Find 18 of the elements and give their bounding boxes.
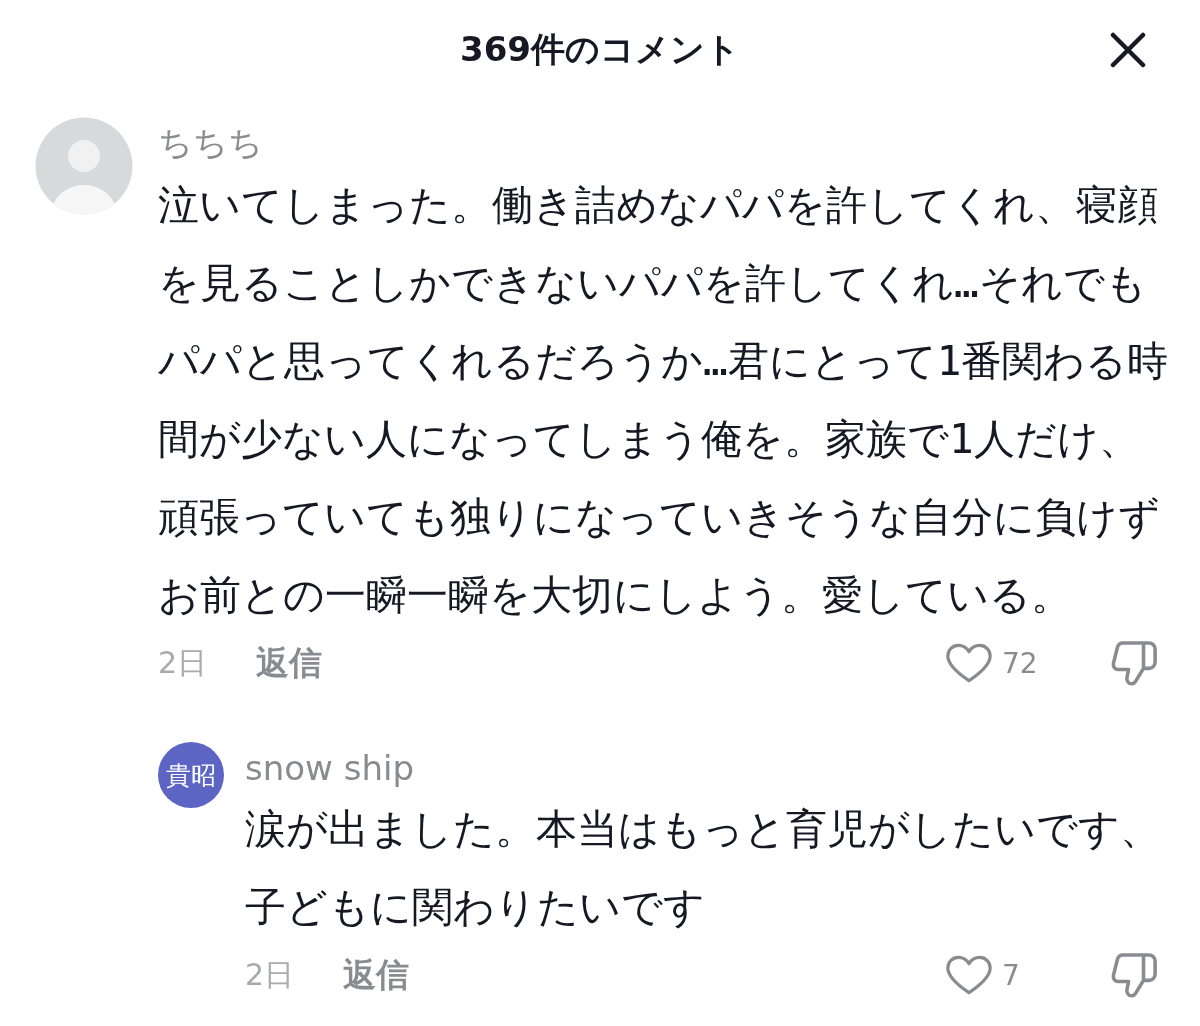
username[interactable]: ちちち: [158, 122, 263, 162]
timestamp: 2日: [245, 955, 295, 994]
close-button[interactable]: [1110, 32, 1146, 68]
dislike-button[interactable]: [1111, 640, 1157, 686]
thumbs-down-icon: [1111, 952, 1157, 998]
comment-text: 涙が出ました。本当はもっと育児がしたいです、子どもに関わりたいです: [245, 804, 1162, 933]
reply-button[interactable]: 返信: [343, 952, 410, 998]
thumbs-down-icon: [1111, 640, 1157, 686]
username[interactable]: snow ship: [245, 748, 414, 788]
dislike-button[interactable]: [1111, 952, 1157, 998]
close-icon: [1110, 32, 1146, 68]
initials-avatar[interactable]: 貴昭: [158, 742, 224, 808]
panel-title: 369件のコメント: [460, 28, 740, 71]
like-button[interactable]: 7: [946, 955, 1020, 995]
comment-text: 泣いてしまった。働き詰めなパパを許してくれ、寝顔を見ることしかできないパパを許してくれ…それでもパパと思ってくれるだろうか…君にとって1番関わる時間が少ない人になってしまう俺を。家族で1人だけ、頑張っていても独りになっていきそうな自分に負けずお前との一瞬一瞬を大切にしよう。愛している。: [158, 180, 1170, 621]
timestamp: 2日: [158, 643, 208, 682]
like-button[interactable]: 72: [946, 643, 1038, 683]
reply-button[interactable]: 返信: [256, 640, 323, 686]
